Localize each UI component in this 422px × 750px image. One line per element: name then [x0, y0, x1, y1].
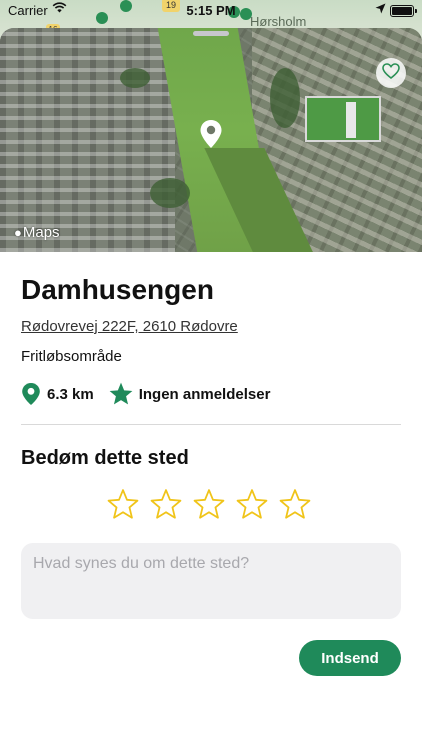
review-textarea[interactable] [21, 543, 401, 619]
rate-section-title: Bedøm dette sted [21, 447, 189, 469]
star-filled-icon [108, 381, 134, 407]
star-outline-icon [150, 489, 181, 519]
sheet-grabber[interactable] [193, 31, 229, 36]
map-sports-field [346, 102, 356, 138]
rating-star-4[interactable] [234, 487, 269, 522]
rating-star-3[interactable] [191, 487, 226, 522]
star-rating [105, 487, 312, 522]
place-category: Fritløbsområde [21, 348, 122, 365]
place-sheet: ●Maps Damhusengen Rødovrevej 222F, 2610 … [0, 28, 422, 750]
status-time: 5:15 PM [186, 3, 236, 18]
map-trees [120, 68, 150, 88]
map-sports-field [305, 96, 381, 142]
rating-star-2[interactable] [148, 487, 183, 522]
place-distance: 6.3 km [47, 385, 94, 403]
place-address-link[interactable]: Rødovrevej 222F, 2610 Rødovre [21, 318, 238, 335]
place-detail-screen: 16 19 Hørsholm Carrier 5:15 PM [0, 0, 422, 750]
rating-star-5[interactable] [277, 487, 312, 522]
star-outline-icon [107, 489, 138, 519]
review-count: Ingen anmeldelser [138, 385, 271, 403]
favorite-button[interactable] [376, 58, 406, 88]
map-pin-icon [199, 119, 223, 154]
place-meta-row: 6.3 km Ingen anmeldelser [21, 378, 270, 410]
rating-star-1[interactable] [105, 487, 140, 522]
map-trees [270, 68, 300, 128]
maps-attribution-label: Maps [22, 224, 60, 241]
map-residential-area [0, 28, 175, 252]
submit-button[interactable]: Indsend [299, 640, 401, 676]
battery-icon [390, 5, 417, 17]
star-outline-icon [279, 489, 310, 519]
map-view[interactable]: ●Maps [0, 28, 422, 252]
location-arrow-icon [375, 3, 386, 17]
divider [21, 424, 401, 425]
star-outline-icon [193, 489, 224, 519]
apple-logo-icon: ● [14, 225, 22, 240]
status-bar: Carrier 5:15 PM [0, 0, 422, 22]
place-name: Damhusengen [21, 274, 214, 305]
star-outline-icon [236, 489, 267, 519]
location-pin-icon [21, 382, 41, 406]
map-trees [150, 178, 190, 208]
maps-attribution[interactable]: ●Maps [14, 224, 60, 241]
heart-outline-icon [382, 62, 400, 84]
